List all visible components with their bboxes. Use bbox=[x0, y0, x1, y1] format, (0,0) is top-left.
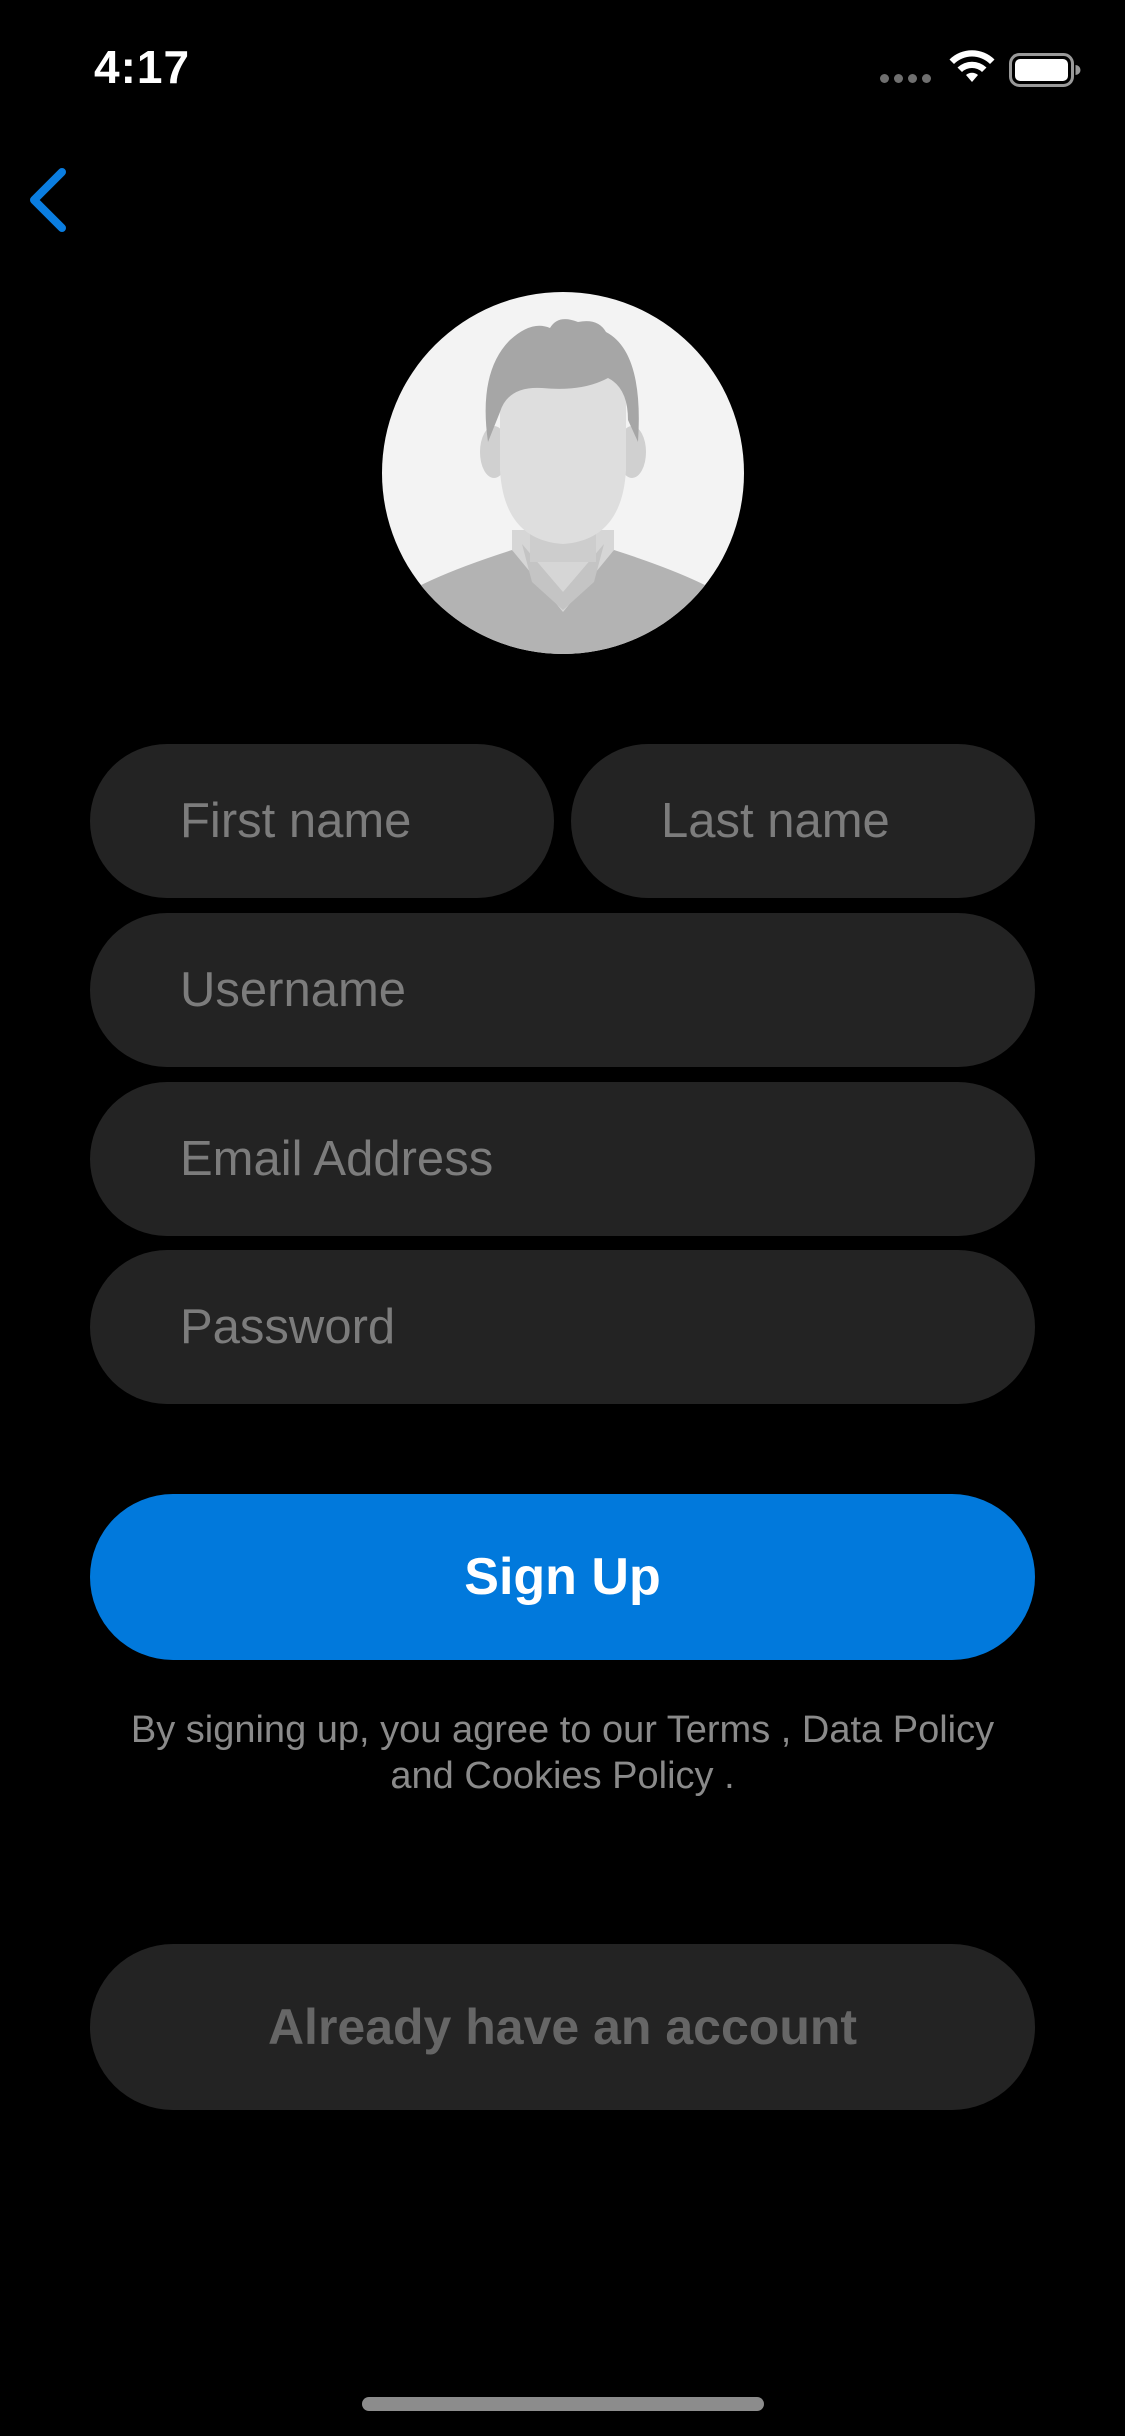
profile-avatar[interactable] bbox=[382, 292, 744, 654]
back-button[interactable] bbox=[18, 162, 88, 238]
cellular-signal-icon bbox=[880, 74, 932, 84]
already-have-account-button[interactable]: Already have an account bbox=[90, 1944, 1035, 2110]
first-name-input[interactable] bbox=[180, 793, 554, 849]
signal-dot bbox=[922, 74, 931, 83]
password-field[interactable] bbox=[90, 1250, 1035, 1404]
terms-separator: , bbox=[780, 1709, 792, 1751]
last-name-field[interactable] bbox=[571, 744, 1035, 898]
sign-up-button[interactable]: Sign Up bbox=[90, 1494, 1035, 1660]
username-field[interactable] bbox=[90, 913, 1035, 1067]
terms-suffix: . bbox=[724, 1755, 735, 1797]
password-input[interactable] bbox=[180, 1299, 1035, 1355]
email-field[interactable] bbox=[90, 1082, 1035, 1236]
data-policy-link[interactable]: Data Policy bbox=[802, 1709, 994, 1751]
terms-link[interactable]: Terms bbox=[667, 1709, 770, 1751]
battery-icon bbox=[1009, 53, 1081, 87]
status-bar: 4:17 bbox=[0, 0, 1125, 132]
terms-notice: By signing up, you agree to our Terms , … bbox=[60, 1707, 1065, 1799]
status-time: 4:17 bbox=[94, 41, 191, 93]
email-input[interactable] bbox=[180, 1131, 1035, 1187]
chevron-left-icon bbox=[30, 168, 66, 232]
home-indicator[interactable] bbox=[362, 2397, 764, 2411]
signal-dot bbox=[880, 74, 889, 83]
cookies-policy-link[interactable]: Cookies Policy bbox=[464, 1755, 713, 1797]
signal-dot bbox=[908, 74, 917, 83]
last-name-input[interactable] bbox=[661, 793, 1035, 849]
first-name-field[interactable] bbox=[90, 744, 554, 898]
default-profile-avatar-icon bbox=[382, 319, 744, 654]
wifi-icon bbox=[949, 50, 995, 82]
terms-prefix: By signing up, you agree to our bbox=[130, 1709, 657, 1751]
terms-conjunction: and bbox=[390, 1755, 454, 1797]
signal-dot bbox=[894, 74, 903, 83]
username-input[interactable] bbox=[180, 962, 1035, 1018]
